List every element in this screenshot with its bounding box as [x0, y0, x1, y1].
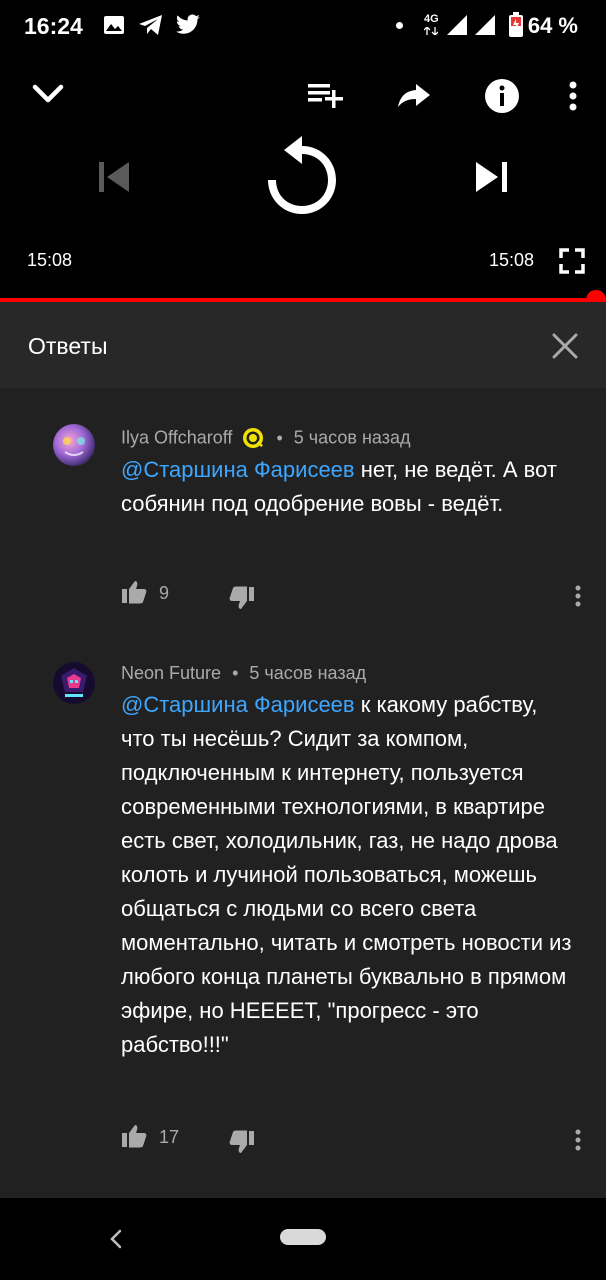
add-to-playlist-icon[interactable] — [307, 80, 345, 110]
current-time: 15:08 — [27, 250, 73, 270]
comment-more-icon[interactable] — [568, 1126, 588, 1156]
twitter-notification-icon — [176, 14, 200, 34]
replies-title: Ответы — [28, 333, 108, 359]
comment-text: @Старшина Фарисеев нет, не ведёт. А вот … — [121, 453, 573, 521]
more-options-icon[interactable] — [566, 80, 580, 112]
comment-body: к какому рабству, что ты несёшь? Сидит з… — [121, 692, 572, 1057]
avatar-image — [61, 668, 87, 697]
author-name[interactable]: Neon Future — [121, 663, 221, 683]
status-bar: 16:24 4G 64 % — [0, 0, 606, 52]
status-time: 16:24 — [24, 13, 83, 39]
chevron-down-icon[interactable] — [30, 80, 66, 108]
system-nav-bar — [0, 1198, 606, 1280]
battery-icon — [509, 12, 523, 37]
battery-percent: 64 % — [527, 13, 578, 38]
fullscreen-icon[interactable] — [559, 248, 585, 274]
dislike-icon[interactable] — [229, 586, 255, 610]
reply-comment: Ilya Offcharoff • 5 часов назад @Старшин… — [0, 388, 606, 638]
comment-time: 5 часов назад — [293, 427, 411, 448]
avatar[interactable] — [53, 662, 95, 704]
comment-more-icon[interactable] — [568, 582, 588, 612]
replies-header: Ответы — [0, 302, 606, 388]
duration: 15:08 — [489, 250, 535, 270]
telegram-notification-icon — [139, 15, 162, 35]
like-icon[interactable] — [121, 1124, 147, 1148]
share-icon[interactable] — [397, 82, 431, 108]
signal-icon-2 — [475, 15, 495, 35]
creator-badge-icon — [243, 428, 264, 448]
signal-icon — [447, 15, 467, 35]
comment-text: @Старшина Фарисеев к какому рабству, что… — [121, 688, 573, 1062]
replies-panel: Ответы Ilya Offcharoff • 5 часов назад @ — [0, 302, 606, 1198]
dislike-icon[interactable] — [229, 1130, 255, 1154]
close-icon[interactable] — [552, 333, 578, 359]
mention-link[interactable]: @Старшина Фарисеев — [121, 692, 355, 717]
data-arrows-icon — [424, 27, 438, 35]
meta-separator: • — [276, 427, 283, 448]
notification-dot — [396, 22, 403, 29]
meta-separator: • — [232, 662, 239, 683]
network-type: 4G — [424, 13, 439, 25]
like-count: 17 — [159, 1127, 180, 1147]
mention-link[interactable]: @Старшина Фарисеев — [121, 457, 355, 482]
comment-meta: Ilya Offcharoff • 5 часов назад — [121, 426, 410, 450]
back-icon[interactable] — [108, 1228, 124, 1250]
comment-time: 5 часов назад — [249, 662, 367, 683]
reply-comment: Neon Future • 5 часов назад @Старшина Фа… — [0, 638, 606, 1198]
home-pill[interactable] — [280, 1229, 326, 1245]
info-icon[interactable] — [484, 78, 520, 114]
gallery-notification-icon — [104, 16, 124, 34]
video-player[interactable]: 15:08 15:08 — [0, 52, 606, 301]
comment-actions: 17 — [121, 1124, 581, 1154]
comment-meta: Neon Future • 5 часов назад — [121, 662, 366, 684]
avatar[interactable] — [53, 424, 95, 466]
author-name[interactable]: Ilya Offcharoff — [121, 428, 232, 448]
replay-icon[interactable] — [266, 136, 338, 214]
like-icon[interactable] — [121, 580, 147, 604]
next-icon[interactable] — [474, 160, 510, 194]
previous-icon[interactable] — [97, 160, 133, 194]
comment-actions: 9 — [121, 580, 581, 610]
avatar-image — [63, 437, 85, 456]
like-count: 9 — [159, 583, 170, 603]
